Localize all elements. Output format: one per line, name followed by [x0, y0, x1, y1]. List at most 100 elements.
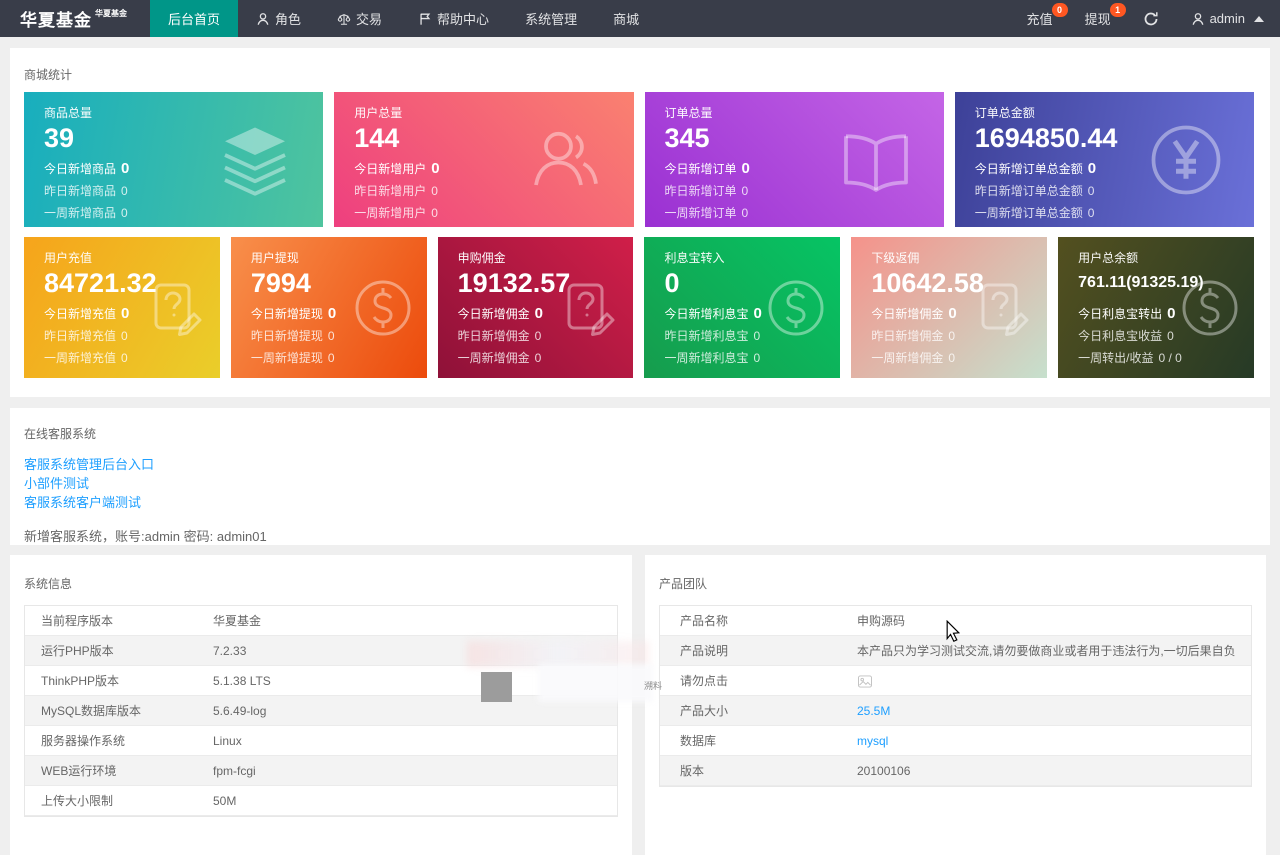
table-label: 服务器操作系统 — [41, 734, 126, 748]
mouse-cursor — [946, 620, 960, 642]
service-link-2[interactable]: 客服系统客户端测试 — [24, 493, 1256, 512]
doc-icon — [144, 276, 208, 340]
nav-item-label: 帮助中心 — [437, 12, 490, 27]
service-link-0[interactable]: 客服系统管理后台入口 — [24, 455, 1256, 474]
table-label: 产品名称 — [680, 614, 729, 628]
admin-menu[interactable]: admin — [1175, 0, 1280, 37]
nav-item-0[interactable]: 后台首页 — [150, 0, 239, 37]
stat-value: 0 — [121, 160, 130, 177]
broken-image-icon — [857, 673, 873, 688]
stat-label: 一周转出/收益 — [1078, 351, 1154, 365]
nav-item-4[interactable]: 系统管理 — [507, 0, 595, 37]
scales-icon — [337, 12, 351, 26]
card-title: 用户总量 — [354, 106, 403, 120]
nav-item-label: 后台首页 — [168, 12, 221, 27]
table-link[interactable]: mysql — [857, 734, 888, 748]
stat-value: 0 — [431, 206, 438, 220]
nav-item-2[interactable]: 交易 — [319, 0, 400, 37]
system-info-title: 系统信息 — [24, 577, 73, 591]
stat-label: 一周新增订单 — [664, 206, 737, 220]
refresh[interactable] — [1127, 0, 1175, 37]
recharge[interactable]: 充值 0 — [1011, 0, 1069, 37]
card-stat: 一周新增商品 0 — [44, 205, 323, 222]
table-value: 本产品只为学习测试交流,请勿要做商业或者用于违法行为,一切后果自负 — [857, 644, 1236, 658]
logo-sup-text: 华夏基金 — [95, 9, 127, 18]
nav-item-label: 角色 — [275, 12, 302, 27]
service-section-title: 在线客服系统 — [24, 427, 97, 441]
stat-card: 用户充值 84721.32 今日新增充值 0 昨日新增充值 0 一周新增充值 0 — [24, 237, 220, 378]
table-value: 5.1.38 LTS — [213, 673, 271, 688]
service-links: 客服系统管理后台入口 小部件测试 客服系统客户端测试 — [24, 455, 1256, 512]
table-row: 版本 20100106 — [660, 756, 1251, 786]
stat-label: 今日利息宝收益 — [1078, 329, 1163, 343]
service-link-1[interactable]: 小部件测试 — [24, 474, 1256, 493]
stat-label: 昨日新增用户 — [354, 184, 427, 198]
nav-item-1[interactable]: 角色 — [238, 0, 319, 37]
nav-item-5[interactable]: 商城 — [595, 0, 657, 37]
stat-card: 用户提现 7994 今日新增提现 0 昨日新增提现 0 一周新增提现 0 — [230, 237, 427, 378]
nav-item-label: 商城 — [613, 12, 640, 27]
admin-menu-label: admin — [1209, 11, 1245, 26]
stat-label: 今日新增提现 — [250, 307, 323, 321]
book-icon — [836, 120, 916, 200]
card-title: 商品总量 — [44, 106, 93, 120]
table-label: 产品大小 — [680, 704, 729, 718]
table-label: 请勿点击 — [680, 674, 729, 688]
card-stat: 一周新增利息宝 0 — [664, 350, 840, 367]
system-info-panel: 系统信息 当前程序版本 华夏基金 运行PHP版本 7.2.33 ThinkPHP版本 5.… — [10, 555, 632, 855]
online-service-panel: 在线客服系统 客服系统管理后台入口 小部件测试 客服系统客户端测试 新增客服系统，账… — [10, 408, 1270, 545]
table-row: 服务器操作系统 Linux — [25, 726, 617, 756]
stat-value: 0 — [534, 329, 542, 343]
stat-label: 一周新增充值 — [44, 351, 117, 365]
stat-label: 今日新增佣金 — [457, 307, 530, 321]
table-value: 5.6.49-log — [213, 703, 267, 718]
watermark-text: 溯料 — [644, 681, 663, 691]
card-stat: 一周新增订单总金额 0 — [975, 205, 1254, 222]
main-nav: 后台首页 角色 交易 帮助中心 系统管理 商城 — [150, 0, 657, 37]
stat-value: 0 — [534, 351, 542, 365]
censored-square — [481, 672, 512, 702]
table-row: WEB运行环境 fpm-fcgi — [25, 756, 617, 786]
stat-value: 0 — [121, 329, 128, 343]
card-title: 用户提现 — [250, 251, 299, 265]
card-title: 订单总金额 — [974, 106, 1035, 120]
app-logo[interactable]: 华夏基金 华夏基金 — [0, 0, 150, 37]
stat-card: 下级返佣 10642.58 今日新增佣金 0 昨日新增佣金 0 一周新增佣金 0 — [851, 237, 1048, 378]
table-row: 产品大小 25.5M — [660, 696, 1251, 726]
stat-value: 0 — [753, 305, 762, 322]
card-stat: 一周新增佣金 0 — [458, 350, 634, 367]
recharge-badge: 0 — [1051, 3, 1068, 17]
table-label: 版本 — [680, 764, 705, 778]
stat-value: 0 — [1167, 329, 1174, 343]
stat-label: 今日利息宝转出 — [1078, 307, 1163, 321]
table-label: 上传大小限制 — [41, 794, 114, 808]
stat-label: 今日新增用户 — [354, 162, 427, 176]
product-team-title: 产品团队 — [659, 577, 708, 591]
dollar-icon — [1178, 276, 1242, 340]
stat-label: 昨日新增提现 — [250, 329, 323, 343]
system-info-table: 当前程序版本 华夏基金 运行PHP版本 7.2.33 ThinkPHP版本 5.1.38 … — [24, 605, 618, 817]
product-team-panel: 产品团队 产品名称 申购源码 产品说明 本产品只为学习测试交流,请勿要做商业或者用于违… — [645, 555, 1266, 855]
stat-value: 0 — [753, 351, 761, 365]
stat-value: 0 — [948, 305, 957, 322]
top-navbar: 华夏基金 华夏基金 后台首页 角色 交易 帮助中心 系统管理 商城 充值 0 提现 1 admin — [0, 0, 1280, 37]
stat-label: 昨日新增商品 — [44, 184, 117, 198]
table-label: 当前程序版本 — [41, 614, 114, 628]
table-value: 申购源码 — [857, 614, 906, 628]
layers-icon — [215, 120, 295, 200]
stat-label: 今日新增佣金 — [871, 307, 944, 321]
table-link[interactable]: 25.5M — [857, 704, 890, 718]
card-title: 用户总余额 — [1078, 251, 1139, 265]
stat-value: 0 — [121, 184, 128, 198]
withdraw[interactable]: 提现 1 — [1069, 0, 1127, 37]
nav-item-3[interactable]: 帮助中心 — [400, 0, 507, 37]
stat-label: 昨日新增充值 — [44, 329, 117, 343]
stat-label: 昨日新增佣金 — [457, 329, 530, 343]
stat-label: 一周新增商品 — [44, 206, 117, 220]
table-row: 数据库 mysql — [660, 726, 1251, 756]
stat-card: 用户总量 144 今日新增用户 0 昨日新增用户 0 一周新增用户 0 — [334, 92, 634, 227]
person-icon — [1191, 12, 1205, 26]
card-title: 申购佣金 — [457, 251, 506, 265]
table-value: 华夏基金 — [213, 614, 262, 628]
card-stat: 一周新增订单 0 — [665, 205, 944, 222]
